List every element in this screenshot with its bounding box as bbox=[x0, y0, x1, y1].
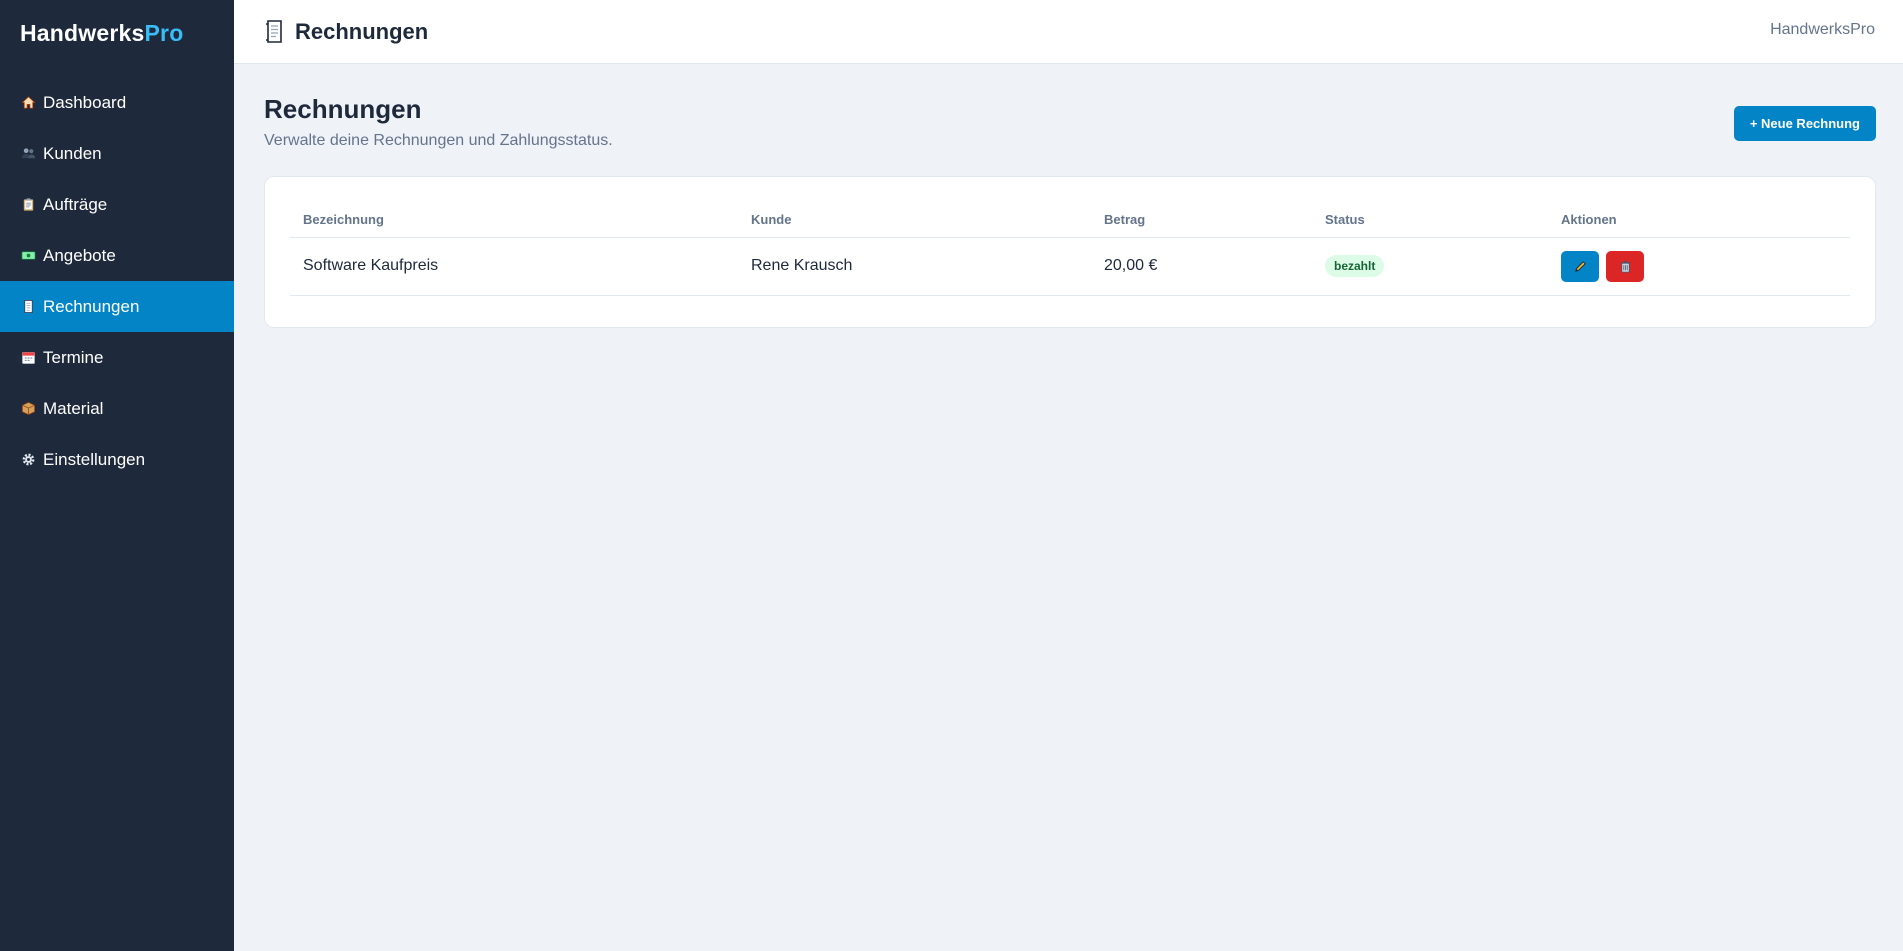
sidebar: HandwerksPro Dashboard Kunden Aufträge A… bbox=[0, 0, 234, 951]
column-header-kunde: Kunde bbox=[738, 202, 1091, 238]
sidebar-item-material[interactable]: Material bbox=[0, 383, 234, 434]
page-header: Rechnungen Verwalte deine Rechnungen und… bbox=[264, 64, 1876, 176]
table-header-row: Bezeichnung Kunde Betrag Status Aktionen bbox=[290, 202, 1850, 238]
brand-name-accent: Pro bbox=[144, 20, 184, 46]
invoices-card: Bezeichnung Kunde Betrag Status Aktionen… bbox=[264, 176, 1876, 328]
receipt-icon bbox=[21, 299, 36, 314]
sidebar-item-label: Kunden bbox=[43, 143, 102, 163]
new-invoice-button[interactable]: + Neue Rechnung bbox=[1733, 106, 1876, 141]
topbar-title: Rechnungen bbox=[263, 19, 428, 45]
banknote-icon bbox=[21, 248, 36, 263]
trash-icon bbox=[1620, 260, 1630, 273]
sidebar-item-angebote[interactable]: Angebote bbox=[0, 230, 234, 281]
calendar-icon bbox=[21, 350, 36, 365]
row-actions bbox=[1561, 250, 1837, 282]
status-badge: bezahlt bbox=[1325, 255, 1385, 277]
column-header-bezeichnung: Bezeichnung bbox=[290, 202, 738, 238]
page-title: Rechnungen bbox=[264, 94, 422, 124]
table-row: Software Kaufpreis Rene Krausch 20,00 € … bbox=[290, 237, 1850, 296]
cell-status: bezahlt bbox=[1312, 237, 1548, 296]
sidebar-item-label: Einstellungen bbox=[43, 449, 146, 469]
edit-button[interactable] bbox=[1561, 250, 1599, 282]
invoices-table: Bezeichnung Kunde Betrag Status Aktionen… bbox=[290, 202, 1850, 296]
delete-button[interactable] bbox=[1606, 250, 1644, 282]
sidebar-item-einstellungen[interactable]: Einstellungen bbox=[0, 434, 234, 485]
sidebar-nav: Dashboard Kunden Aufträge Angebote Rechn… bbox=[0, 77, 234, 485]
sidebar-item-dashboard[interactable]: Dashboard bbox=[0, 77, 234, 128]
page-subtitle: Verwalte deine Rechnungen und Zahlungsst… bbox=[264, 132, 613, 149]
sidebar-item-auftraege[interactable]: Aufträge bbox=[0, 179, 234, 230]
house-icon bbox=[21, 95, 36, 110]
sidebar-item-termine[interactable]: Termine bbox=[0, 332, 234, 383]
sidebar-item-kunden[interactable]: Kunden bbox=[0, 128, 234, 179]
pencil-icon bbox=[1574, 260, 1586, 272]
cell-aktionen bbox=[1548, 237, 1850, 296]
main-content: Rechnungen Verwalte deine Rechnungen und… bbox=[264, 64, 1876, 328]
topbar-title-text: Rechnungen bbox=[295, 18, 429, 44]
package-icon bbox=[21, 401, 36, 416]
sidebar-item-label: Termine bbox=[43, 347, 104, 367]
topbar: Rechnungen HandwerksPro bbox=[234, 0, 1903, 64]
sidebar-item-label: Aufträge bbox=[43, 194, 108, 214]
sidebar-item-label: Rechnungen bbox=[43, 296, 140, 316]
sidebar-item-rechnungen[interactable]: Rechnungen bbox=[0, 281, 234, 332]
brand-logo[interactable]: HandwerksPro bbox=[0, 0, 234, 68]
receipt-icon bbox=[266, 19, 282, 43]
sidebar-item-label: Dashboard bbox=[43, 92, 127, 112]
gear-icon bbox=[21, 452, 36, 467]
column-header-status: Status bbox=[1312, 202, 1548, 238]
column-header-betrag: Betrag bbox=[1091, 202, 1312, 238]
topbar-app-name: HandwerksPro bbox=[1770, 20, 1875, 38]
cell-betrag: 20,00 € bbox=[1091, 237, 1312, 296]
sidebar-item-label: Angebote bbox=[43, 245, 116, 265]
column-header-aktionen: Aktionen bbox=[1548, 202, 1850, 238]
cell-bezeichnung: Software Kaufpreis bbox=[290, 237, 738, 296]
clipboard-icon bbox=[21, 197, 36, 212]
brand-name-main: Handwerks bbox=[20, 20, 145, 46]
people-icon bbox=[21, 146, 36, 161]
cell-kunde: Rene Krausch bbox=[738, 237, 1091, 296]
sidebar-item-label: Material bbox=[43, 398, 104, 418]
